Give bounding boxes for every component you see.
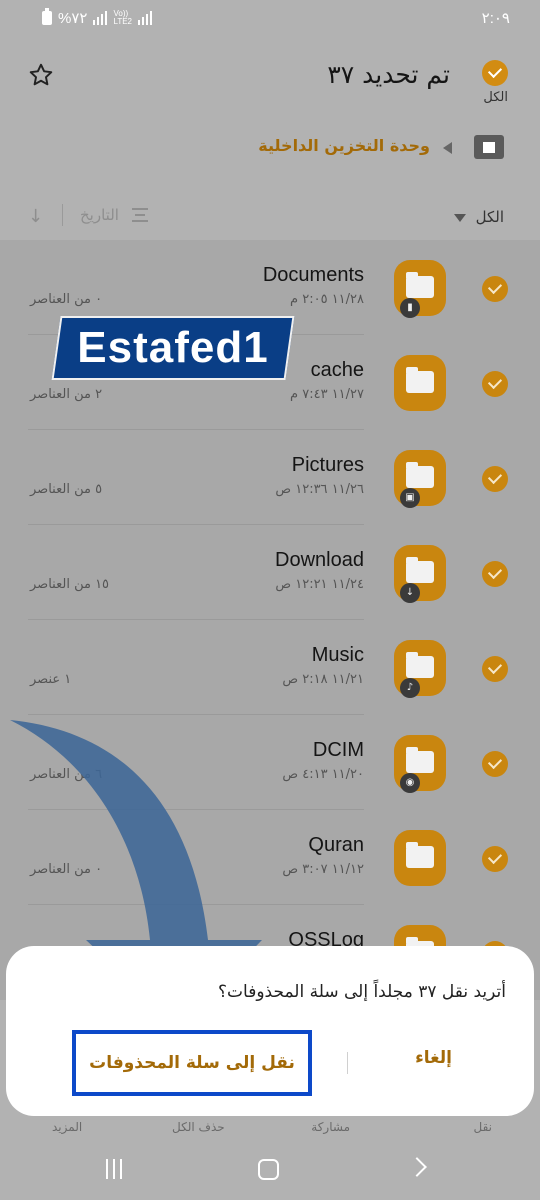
breadcrumb-arrow-icon	[443, 142, 452, 154]
folder-date: ١١/٢٦ ١٢:٣٦ ص	[275, 482, 364, 497]
item-checkbox[interactable]	[482, 561, 508, 587]
item-checkbox[interactable]	[482, 371, 508, 397]
move-action[interactable]: نقل	[474, 1120, 493, 1134]
folder-count: ٢ من العناصر	[30, 387, 103, 402]
status-left: %٧٢ Vo)) LTE2	[42, 8, 152, 27]
dialog-message: أتريد نقل ٣٧ مجلداً إلى سلة المحذوفات؟	[218, 982, 506, 1002]
caret-down-icon[interactable]	[454, 214, 466, 222]
music-badge-icon: ♪	[400, 678, 420, 698]
item-checkbox[interactable]	[482, 751, 508, 777]
folder-date: ١١/٢١ ٢:١٨ ص	[282, 672, 364, 687]
battery-icon	[42, 8, 52, 25]
status-bar: %٧٢ Vo)) LTE2 ٢:٠٩	[0, 0, 540, 40]
select-all-label: الكل	[483, 90, 508, 105]
folder-icon: ↓	[394, 545, 446, 603]
recent-apps-icon[interactable]	[106, 1159, 122, 1179]
sort-direction-icon[interactable]: ↓	[28, 206, 43, 227]
delete-confirm-dialog: أتريد نقل ٣٧ مجلداً إلى سلة المحذوفات؟ إ…	[6, 946, 534, 1116]
item-checkbox[interactable]	[482, 656, 508, 682]
move-to-trash-button[interactable]: نقل إلى سلة المحذوفات	[72, 1030, 312, 1096]
bottom-action-bar: نقل مشاركة حذف الكل المزيد	[0, 1112, 540, 1142]
signal-icon-2	[138, 11, 152, 25]
folder-count: ١ عنصر	[30, 672, 72, 687]
folder-icon: ◉	[394, 735, 446, 793]
folder-name: DCIM	[312, 739, 364, 761]
breadcrumb-internal-storage[interactable]: وحدة التخزين الداخلية	[258, 136, 430, 155]
system-nav-bar	[0, 1140, 540, 1200]
header: تم تحديد ٣٧ الكل وحدة التخزين الداخلية ا…	[0, 40, 540, 240]
folder-icon: ♪	[394, 640, 446, 698]
item-checkbox[interactable]	[482, 846, 508, 872]
sort-icon[interactable]	[132, 208, 148, 222]
folder-name: Quran	[308, 834, 364, 856]
home-button-icon[interactable]	[258, 1159, 279, 1180]
divider	[62, 204, 63, 226]
back-icon[interactable]	[407, 1157, 427, 1177]
delete-all-action[interactable]: حذف الكل	[172, 1120, 225, 1134]
battery-level: %٧٢	[58, 10, 88, 27]
more-action[interactable]: المزيد	[52, 1120, 82, 1134]
folder-date: ١١/٢٨ ٢:٠٥ م	[290, 292, 364, 307]
folder-date: ١١/٢٧ ٧:٤٣ م	[290, 387, 364, 402]
download-badge-icon: ↓	[400, 583, 420, 603]
folder-icon	[394, 355, 446, 411]
folder-name: Music	[311, 644, 364, 666]
filter-dropdown[interactable]: الكل	[476, 208, 504, 226]
network-indicator: Vo)) LTE2	[113, 9, 132, 26]
folder-icon: ▮	[394, 260, 446, 318]
camera-badge-icon: ◉	[400, 773, 420, 793]
divider	[347, 1052, 348, 1074]
list-item[interactable]: ▣ Pictures ١١/٢٦ ١٢:٣٦ ص ٥ من العناصر	[0, 430, 540, 525]
folder-icon: ▣	[394, 450, 446, 508]
selection-title: تم تحديد ٣٧	[327, 60, 450, 89]
watermark-text: Estafed1	[77, 323, 269, 372]
star-icon[interactable]	[28, 62, 54, 88]
folder-name: Documents	[262, 264, 364, 286]
folder-count: ٠ من العناصر	[30, 292, 103, 307]
folder-count: ١٥ من العناصر	[30, 577, 110, 592]
folder-icon	[394, 830, 446, 886]
select-all-checkbox[interactable]	[482, 60, 508, 86]
home-icon[interactable]	[474, 135, 504, 159]
watermark-logo: Estafed1	[51, 316, 295, 380]
share-action[interactable]: مشاركة	[311, 1120, 350, 1134]
cancel-button[interactable]: إلغاء	[415, 1048, 452, 1068]
folder-name: cache	[310, 359, 364, 381]
folder-date: ١١/٢٤ ١٢:٢١ ص	[275, 577, 364, 592]
folder-name: Pictures	[291, 454, 364, 476]
item-checkbox[interactable]	[482, 466, 508, 492]
doc-badge-icon: ▮	[400, 298, 420, 318]
image-badge-icon: ▣	[400, 488, 420, 508]
list-item[interactable]: ↓ Download ١١/٢٤ ١٢:٢١ ص ١٥ من العناصر	[0, 525, 540, 620]
signal-icon	[93, 11, 108, 25]
item-checkbox[interactable]	[482, 276, 508, 302]
folder-name: Download	[275, 549, 364, 571]
status-time: ٢:٠٩	[481, 10, 510, 27]
folder-count: ٥ من العناصر	[30, 482, 103, 497]
sort-label[interactable]: التاريخ	[80, 206, 119, 224]
